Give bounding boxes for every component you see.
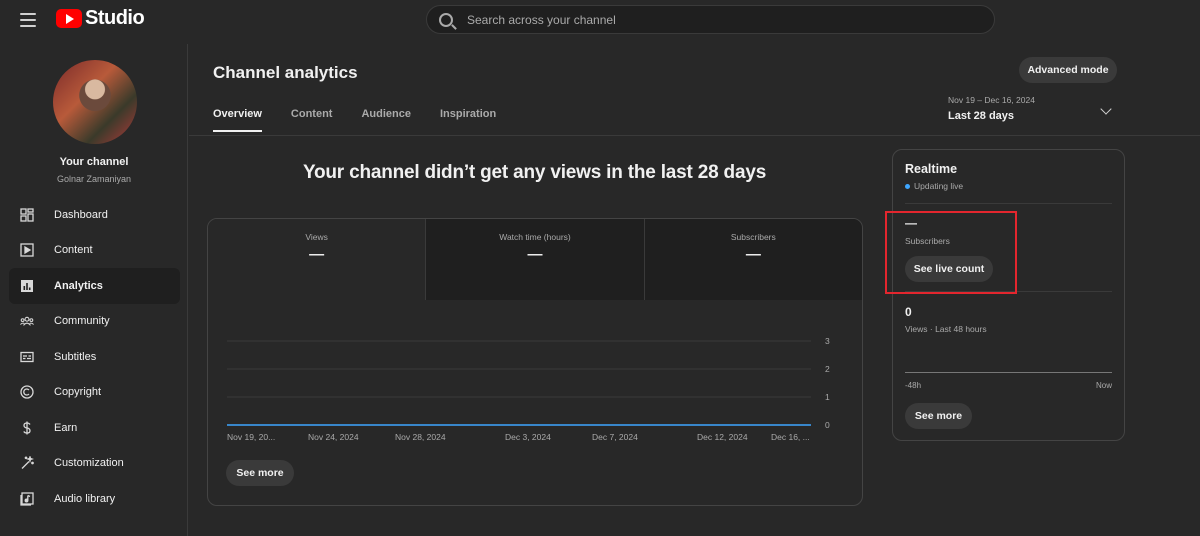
sidebar-item-label: Analytics [54, 279, 103, 292]
x-tick-label: Nov 19, 20... [227, 432, 275, 442]
youtube-logo-icon [56, 9, 82, 28]
sidebar-item-dashboard[interactable]: Dashboard [9, 197, 180, 233]
x-tick-label: Nov 28, 2024 [395, 432, 446, 442]
date-range-label: Last 28 days [948, 110, 1015, 122]
metric-value: — [309, 246, 325, 263]
sidebar-item-label: Subtitles [54, 350, 97, 363]
metric-views[interactable]: Views — [208, 219, 426, 300]
sidebar-item-earn[interactable]: Earn [9, 410, 180, 446]
metric-value: — [745, 246, 761, 263]
overview-headline: Your channel didn’t get any views in the… [302, 162, 767, 183]
sidebar-item-label: Content [54, 244, 93, 257]
logo-text: Studio [85, 7, 145, 29]
y-tick-label: 1 [825, 392, 830, 402]
chevron-down-icon[interactable] [1100, 103, 1112, 115]
sidebar-nav: Dashboard Content Analytics Community Su… [9, 197, 180, 517]
earn-icon [20, 421, 34, 435]
metric-label: Watch time (hours) [499, 232, 571, 242]
subtitles-icon [20, 350, 34, 364]
top-bar: Studio [0, 0, 1200, 44]
highlight-box [885, 211, 1017, 294]
dashboard-icon [20, 208, 34, 222]
menu-icon[interactable] [18, 10, 38, 30]
sidebar-item-label: Customization [54, 457, 124, 470]
sidebar: Your channel Golnar Zamaniyan Dashboard … [0, 44, 188, 536]
realtime-views-label: Views · Last 48 hours [905, 324, 987, 334]
realtime-status: Updating live [905, 181, 963, 191]
metric-subscribers[interactable]: Subscribers — [643, 219, 862, 300]
tab-audience[interactable]: Audience [361, 108, 411, 132]
channel-title: Your channel [59, 156, 129, 168]
sidebar-item-analytics[interactable]: Analytics [9, 268, 180, 304]
metric-value: — [527, 246, 543, 263]
live-dot-icon [905, 183, 910, 189]
date-range-picker[interactable]: Nov 19 – Dec 16, 2024 Last 28 days [948, 95, 1035, 122]
studio-logo[interactable]: Studio [56, 7, 145, 30]
sidebar-item-label: Dashboard [54, 208, 108, 221]
avatar[interactable] [53, 60, 137, 144]
x-tick-label: Dec 12, 2024 [697, 432, 748, 442]
page-title: Channel analytics [213, 63, 358, 82]
search-bar[interactable] [426, 5, 995, 34]
see-more-button[interactable]: See more [226, 460, 294, 486]
sidebar-item-label: Audio library [54, 492, 116, 505]
customization-icon [20, 456, 34, 470]
metric-tabs: Views — Watch time (hours) — Subscribers… [208, 219, 862, 300]
tab-inspiration[interactable]: Inspiration [440, 108, 496, 132]
metric-label: Subscribers [730, 232, 776, 242]
analytics-header: Channel analytics Advanced mode Overview… [189, 44, 1200, 136]
sidebar-item-customization[interactable]: Customization [9, 446, 180, 482]
sidebar-item-label: Copyright [54, 386, 102, 399]
metric-watch-time[interactable]: Watch time (hours) — [425, 219, 644, 300]
y-tick-label: 2 [825, 364, 830, 374]
advanced-mode-button[interactable]: Advanced mode [1019, 57, 1117, 83]
realtime-chart-baseline [905, 372, 1112, 373]
x-tick-label: Dec 16, ... [771, 432, 810, 442]
y-tick-label: 3 [825, 336, 830, 346]
realtime-axis-start: -48h [905, 381, 922, 390]
divider [905, 203, 1112, 204]
sidebar-item-label: Earn [54, 421, 78, 434]
realtime-see-more-button[interactable]: See more [905, 403, 972, 429]
realtime-title: Realtime [905, 162, 958, 176]
sidebar-item-audio-library[interactable]: Audio library [9, 481, 180, 517]
realtime-axis-end: Now [1095, 381, 1112, 390]
sidebar-item-community[interactable]: Community [9, 304, 180, 340]
sidebar-item-subtitles[interactable]: Subtitles [9, 339, 180, 375]
search-input[interactable] [467, 12, 967, 27]
realtime-views-value: 0 [905, 305, 912, 319]
community-icon [20, 314, 34, 328]
x-tick-label: Dec 7, 2024 [592, 432, 638, 442]
search-icon [439, 12, 453, 27]
x-tick-label: Nov 24, 2024 [308, 432, 359, 442]
realtime-card: Realtime Updating live — Subscribers See… [892, 149, 1125, 441]
copyright-icon [20, 385, 34, 399]
audio-library-icon [20, 492, 34, 506]
realtime-status-text: Updating live [914, 181, 964, 191]
tab-overview[interactable]: Overview [213, 108, 262, 132]
sidebar-item-copyright[interactable]: Copyright [9, 375, 180, 411]
sidebar-item-label: Community [54, 315, 110, 328]
channel-name: Golnar Zamaniyan [56, 174, 132, 184]
analytics-tabs: Overview Content Audience Inspiration [213, 108, 525, 132]
sidebar-item-content[interactable]: Content [9, 233, 180, 269]
overview-line-chart: 0 1 2 3 Nov 19, 20... Nov 24, 2024 Nov 28, 202… [227, 336, 830, 442]
date-range-dates: Nov 19 – Dec 16, 2024 [948, 95, 1035, 105]
x-tick-label: Dec 3, 2024 [505, 432, 551, 442]
tab-content[interactable]: Content [291, 108, 333, 132]
content-icon [20, 243, 34, 257]
y-tick-label: 0 [825, 420, 830, 430]
metric-label: Views [305, 232, 328, 242]
analytics-icon [20, 279, 34, 293]
overview-card: Views — Watch time (hours) — Subscribers… [207, 218, 863, 506]
